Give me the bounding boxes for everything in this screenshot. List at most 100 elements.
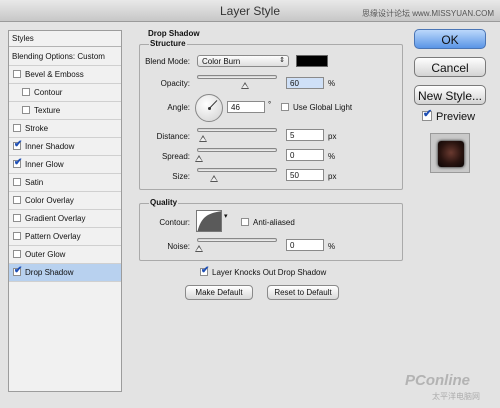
style-item-inner-shadow[interactable]: ✔ Inner Shadow: [9, 138, 121, 156]
style-item-label: Contour: [34, 88, 63, 97]
noise-input[interactable]: 0: [286, 239, 324, 251]
checkbox-box[interactable]: [13, 124, 21, 132]
opacity-input[interactable]: 60: [286, 77, 324, 89]
checkbox-box: ✔: [200, 265, 210, 276]
style-item-label: Pattern Overlay: [25, 232, 81, 241]
spread-unit: %: [328, 152, 336, 161]
layer-knocks-out-label: Layer Knocks Out Drop Shadow: [212, 268, 327, 277]
style-item-drop-shadow[interactable]: ✔ Drop Shadow: [9, 264, 121, 282]
checkbox-box: ✔: [422, 108, 433, 121]
styles-list: Styles Blending Options: Custom Bevel & …: [8, 30, 122, 392]
opacity-label: Opacity:: [160, 79, 190, 88]
style-item-label: Inner Glow: [25, 160, 64, 169]
checkbox-box: ✔: [241, 218, 249, 226]
style-item-label: Drop Shadow: [25, 268, 74, 277]
blend-mode-value: Color Burn: [202, 57, 241, 66]
style-item-pattern-overlay[interactable]: Pattern Overlay: [9, 228, 121, 246]
structure-title: Structure: [149, 39, 187, 48]
ok-button[interactable]: OK: [414, 29, 486, 49]
preview-checkbox[interactable]: ✔ Preview: [422, 108, 475, 123]
style-item-label: Inner Shadow: [25, 142, 75, 151]
checkbox-box[interactable]: [13, 232, 21, 240]
opacity-unit: %: [328, 79, 336, 88]
contour-label: Contour:: [159, 218, 190, 227]
style-item-label: Outer Glow: [25, 250, 66, 259]
opacity-slider-handle[interactable]: [240, 82, 249, 89]
checkbox-box[interactable]: [22, 106, 30, 114]
style-item-gradient-overlay[interactable]: Gradient Overlay: [9, 210, 121, 228]
size-slider-track[interactable]: [197, 168, 277, 172]
angle-dial-center: [208, 107, 211, 110]
style-item-satin[interactable]: Satin: [9, 174, 121, 192]
use-global-light-checkbox[interactable]: ✔ Use Global Light: [281, 103, 352, 112]
style-item-label: Gradient Overlay: [25, 214, 86, 223]
anti-aliased-checkbox[interactable]: ✔ Anti-aliased: [241, 218, 295, 227]
angle-unit: °: [268, 100, 272, 109]
styles-header: Styles: [9, 31, 121, 47]
checkbox-box[interactable]: ✔: [13, 265, 23, 276]
noise-unit: %: [328, 242, 336, 251]
checkbox-box[interactable]: [13, 178, 21, 186]
size-unit: px: [328, 172, 337, 181]
distance-input[interactable]: 5: [286, 129, 324, 141]
style-item-label: Color Overlay: [25, 196, 74, 205]
contour-dropdown-icon[interactable]: ▾: [224, 212, 228, 220]
checkbox-box[interactable]: [13, 214, 21, 222]
watermark-logo: PConline: [405, 372, 471, 389]
noise-slider-track[interactable]: [197, 238, 277, 242]
checkmark-icon: ✔: [14, 265, 23, 276]
noise-slider-handle[interactable]: [195, 245, 203, 252]
new-style-button[interactable]: New Style...: [414, 85, 486, 105]
size-slider-handle[interactable]: [210, 175, 219, 182]
watermark-subtitle: 太平洋电脑网: [432, 392, 480, 401]
drop-shadow-title: Drop Shadow: [147, 29, 201, 38]
quality-group: [139, 203, 403, 261]
preview-swatch: [438, 141, 464, 167]
blending-options-item[interactable]: Blending Options: Custom: [9, 48, 121, 66]
layer-style-dialog: Layer Style 思缘设计论坛 www.MISSYUAN.COM Styl…: [0, 0, 500, 408]
reset-to-default-button[interactable]: Reset to Default: [267, 285, 339, 300]
style-item-outer-glow[interactable]: Outer Glow: [9, 246, 121, 264]
style-item-bevel-emboss[interactable]: Bevel & Emboss: [9, 66, 121, 84]
spread-input[interactable]: 0: [286, 149, 324, 161]
layer-knocks-out-checkbox[interactable]: ✔ Layer Knocks Out Drop Shadow: [200, 265, 327, 277]
style-item-label: Stroke: [25, 124, 49, 133]
title-bar[interactable]: Layer Style 思缘设计论坛 www.MISSYUAN.COM: [0, 0, 500, 22]
checkbox-box: ✔: [281, 103, 289, 111]
checkmark-icon: ✔: [423, 108, 433, 120]
checkbox-box[interactable]: [13, 70, 21, 78]
spread-label: Spread:: [161, 152, 190, 161]
size-input[interactable]: 50: [286, 169, 324, 181]
distance-slider-track[interactable]: [197, 128, 277, 132]
shadow-color-swatch[interactable]: [296, 55, 328, 67]
checkbox-box[interactable]: [13, 196, 21, 204]
quality-title: Quality: [149, 198, 179, 207]
blend-mode-label: Blend Mode:: [145, 57, 190, 66]
style-item-label: Bevel & Emboss: [25, 70, 84, 79]
checkmark-icon: ✔: [14, 157, 23, 168]
checkbox-box[interactable]: [13, 250, 21, 258]
checkbox-box[interactable]: [22, 88, 30, 96]
spread-slider-handle[interactable]: [195, 155, 203, 162]
make-default-button[interactable]: Make Default: [185, 285, 253, 300]
spread-slider-track[interactable]: [197, 148, 277, 152]
preview-thumbnail: [430, 133, 470, 173]
blend-mode-select[interactable]: Color Burn ⇕: [197, 55, 289, 67]
distance-label: Distance:: [156, 132, 190, 141]
checkbox-box[interactable]: ✔: [13, 157, 23, 168]
angle-dial[interactable]: [195, 94, 223, 122]
style-item-texture[interactable]: Texture: [9, 102, 121, 120]
style-item-color-overlay[interactable]: Color Overlay: [9, 192, 121, 210]
checkbox-box[interactable]: ✔: [13, 139, 23, 150]
checkmark-icon: ✔: [201, 265, 210, 276]
style-item-contour[interactable]: Contour: [9, 84, 121, 102]
style-item-inner-glow[interactable]: ✔ Inner Glow: [9, 156, 121, 174]
noise-label: Noise:: [167, 242, 190, 251]
style-item-stroke[interactable]: Stroke: [9, 120, 121, 138]
cancel-button[interactable]: Cancel: [414, 57, 486, 77]
checkmark-icon: ✔: [14, 139, 23, 150]
contour-picker[interactable]: [196, 210, 222, 232]
angle-input[interactable]: 46: [227, 101, 265, 113]
opacity-slider-track[interactable]: [197, 75, 277, 79]
distance-slider-handle[interactable]: [198, 135, 207, 142]
